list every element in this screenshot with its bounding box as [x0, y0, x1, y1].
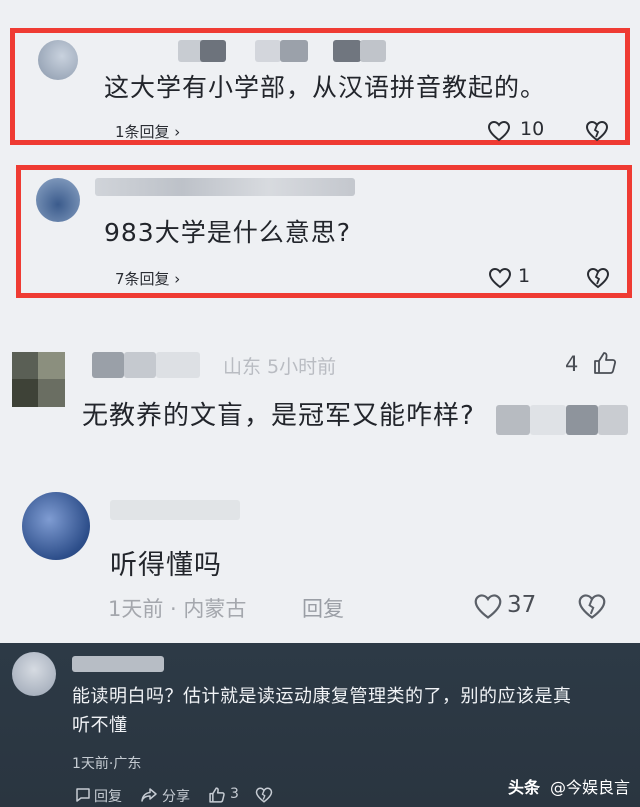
username-blurred	[280, 40, 308, 62]
share-button[interactable]: 分享	[162, 786, 190, 806]
location-time: 山东 5小时前	[223, 356, 337, 378]
comment-text: 这大学有小学部，从汉语拼音教起的。	[104, 73, 547, 102]
comment-text: 983大学是什么意思?	[104, 218, 351, 247]
like-count: 10	[520, 118, 545, 140]
reply-button[interactable]: 回复	[94, 786, 122, 806]
share-icon[interactable]	[140, 786, 158, 804]
watermark-author: @今娱良言	[550, 778, 631, 797]
watermark-brand: 头条	[508, 778, 541, 797]
username-blurred	[92, 352, 124, 378]
time-location: 1天前 · 内蒙古	[108, 597, 247, 621]
heart-icon[interactable]	[488, 267, 512, 289]
avatar[interactable]	[38, 40, 78, 80]
username-blurred	[333, 40, 361, 62]
reply-icon[interactable]	[74, 786, 92, 804]
blurred-overlay	[496, 405, 530, 435]
comment-text-line-2: 听不懂	[72, 715, 128, 736]
username-blurred	[200, 40, 226, 62]
blurred-overlay	[530, 405, 566, 435]
avatar[interactable]	[12, 379, 38, 407]
blurred-overlay	[598, 405, 628, 435]
thumbs-up-icon[interactable]	[592, 350, 618, 376]
blurred-overlay	[566, 405, 598, 435]
username-blurred	[124, 352, 156, 378]
dislike-icon[interactable]	[255, 786, 273, 804]
username-blurred	[110, 500, 240, 520]
comment-text-line-1: 能读明白吗？估计就是读运动康复管理类的了，别的应该是真	[72, 686, 572, 707]
dislike-broken-heart-icon[interactable]	[577, 593, 607, 620]
avatar[interactable]	[36, 178, 80, 222]
username-blurred	[72, 656, 164, 672]
comment-text: 无教养的文盲，是冠军又能咋样?	[82, 401, 475, 431]
reply-count-link[interactable]: 7条回复 ›	[115, 268, 180, 289]
username-blurred	[156, 352, 200, 378]
reply-button[interactable]: 回复	[302, 593, 344, 623]
thumbs-up-icon[interactable]	[208, 786, 226, 804]
avatar[interactable]	[22, 492, 90, 560]
username-blurred	[255, 40, 281, 62]
dislike-broken-heart-icon[interactable]	[586, 267, 610, 289]
avatar[interactable]	[38, 379, 65, 407]
like-count: 1	[518, 265, 531, 287]
heart-icon[interactable]	[487, 120, 511, 142]
reply-count-link[interactable]: 1条回复 ›	[115, 121, 180, 142]
like-count: 37	[507, 592, 537, 618]
heart-icon[interactable]	[473, 593, 503, 620]
avatar[interactable]	[12, 352, 38, 379]
comment-text: 听得懂吗	[110, 550, 222, 581]
username-blurred	[360, 40, 386, 62]
username-blurred	[95, 178, 355, 196]
time-location: 1天前·广东	[72, 756, 142, 772]
dislike-broken-heart-icon[interactable]	[585, 120, 609, 142]
avatar[interactable]	[38, 352, 65, 379]
like-count: 3	[230, 786, 239, 802]
avatar[interactable]	[12, 652, 56, 696]
like-count: 4	[565, 352, 579, 376]
